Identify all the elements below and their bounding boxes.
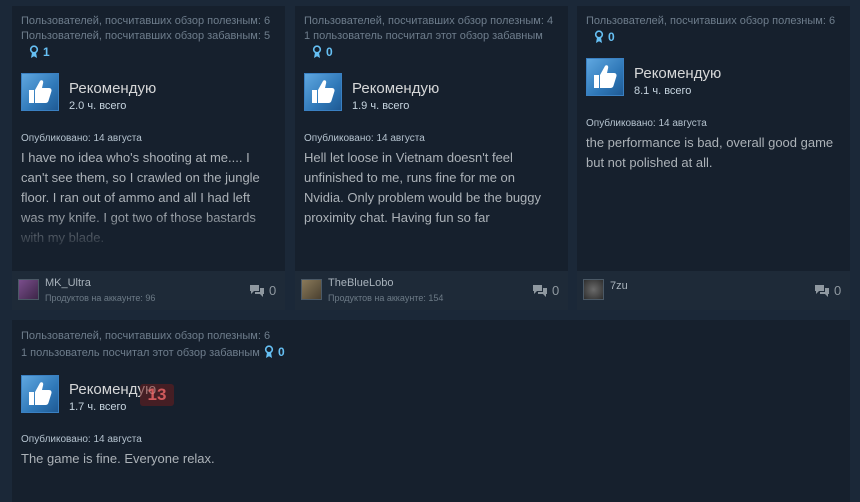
author-name[interactable]: MK_Ultra — [45, 277, 91, 289]
thumbs-up-icon[interactable] — [21, 375, 59, 413]
recommend-label[interactable]: Рекомендую — [69, 80, 156, 97]
posted-date: Опубликовано: 14 августа — [586, 118, 707, 129]
review-text[interactable]: The game is fine. Everyone relax. — [21, 449, 621, 469]
thumbs-up-icon[interactable] — [304, 73, 342, 111]
hours-played: 1.9 ч. всего — [352, 100, 410, 112]
award-count: 0 — [608, 30, 615, 44]
review-text[interactable]: the performance is bad, overall good gam… — [586, 133, 841, 173]
comment-count: 0 — [269, 283, 277, 298]
avatar[interactable] — [301, 279, 322, 300]
avatar[interactable] — [18, 279, 39, 300]
award-button[interactable]: 0 — [264, 345, 285, 359]
award-ribbon-icon — [29, 45, 39, 58]
award-ribbon-icon — [594, 30, 604, 43]
author-products: Продуктов на аккаунте: 154 — [328, 293, 444, 303]
review-footer: MK_Ultra Продуктов на аккаунте: 96 0 — [12, 271, 285, 310]
review-card: Пользователей, посчитавших обзор полезны… — [12, 320, 850, 502]
text-fade — [12, 211, 285, 251]
avatar[interactable] — [583, 279, 604, 300]
recommend-label[interactable]: Рекомендую — [634, 65, 721, 82]
hours-played: 2.0 ч. всего — [69, 100, 127, 112]
award-button[interactable]: 0 — [312, 45, 333, 59]
author-products: Продуктов на аккаунте: 96 — [45, 293, 156, 303]
funny-count: Пользователей, посчитавших обзор забавны… — [21, 30, 271, 42]
award-count: 1 — [43, 45, 50, 59]
review-card: Пользователей, посчитавших обзор полезны… — [12, 6, 285, 310]
helpful-count: Пользователей, посчитавших обзор полезны… — [21, 330, 271, 342]
review-card: Пользователей, посчитавших обзор полезны… — [577, 6, 850, 310]
award-ribbon-icon — [264, 345, 274, 358]
hours-played: 8.1 ч. всего — [634, 85, 692, 97]
comments-button[interactable]: 0 — [814, 283, 841, 298]
review-text[interactable]: Hell let loose in Vietnam doesn't feel u… — [304, 148, 554, 228]
comment-bubble-icon — [533, 284, 547, 297]
comment-bubble-icon — [250, 284, 264, 297]
author-name[interactable]: TheBlueLobo — [328, 277, 393, 289]
helpful-count: Пользователей, посчитавших обзор полезны… — [586, 15, 836, 27]
award-count: 0 — [278, 345, 285, 359]
review-card: Пользователей, посчитавших обзор полезны… — [295, 6, 568, 310]
comments-button[interactable]: 0 — [532, 283, 559, 298]
watermark-badge: 13 — [140, 384, 174, 406]
posted-date: Опубликовано: 14 августа — [21, 133, 142, 144]
award-button[interactable]: 1 — [29, 45, 50, 59]
posted-date: Опубликовано: 14 августа — [304, 133, 425, 144]
comment-count: 0 — [552, 283, 560, 298]
comment-count: 0 — [834, 283, 842, 298]
funny-count: 1 пользователь посчитал этот обзор забав… — [21, 347, 260, 359]
review-footer: 7zu 0 — [577, 271, 850, 310]
funny-count: 1 пользователь посчитал этот обзор забав… — [304, 30, 543, 42]
award-ribbon-icon — [312, 45, 322, 58]
award-button[interactable]: 0 — [594, 30, 615, 44]
hours-played: 1.7 ч. всего — [69, 401, 127, 413]
comments-button[interactable]: 0 — [249, 283, 276, 298]
thumbs-up-icon[interactable] — [21, 73, 59, 111]
review-footer: TheBlueLobo Продуктов на аккаунте: 154 0 — [295, 271, 568, 310]
posted-date: Опубликовано: 14 августа — [21, 434, 142, 445]
comment-bubble-icon — [815, 284, 829, 297]
award-count: 0 — [326, 45, 333, 59]
recommend-label[interactable]: Рекомендую — [352, 80, 439, 97]
author-name[interactable]: 7zu — [610, 280, 628, 292]
thumbs-up-icon[interactable] — [586, 58, 624, 96]
